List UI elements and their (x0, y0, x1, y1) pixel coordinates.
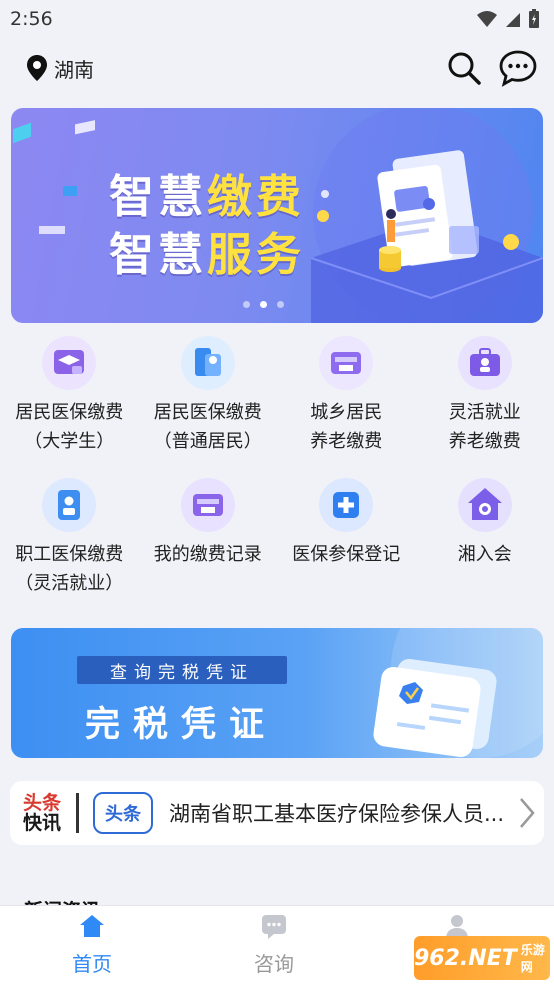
service-item[interactable]: 居民医保缴费 （大学生） (0, 336, 139, 472)
carousel-dot[interactable] (277, 301, 284, 308)
signal-icon (506, 13, 520, 27)
location-selector[interactable]: 湖南 (26, 54, 94, 83)
logo-top-text: 头条 (22, 792, 61, 814)
tab-home[interactable]: 首页 (37, 912, 147, 977)
service-sublabel: 养老缴费 (310, 431, 383, 452)
tab-home-label: 首页 (72, 952, 112, 976)
banner-line1-a: 智慧 (109, 170, 208, 223)
service-label: 我的缴费记录 (153, 544, 262, 565)
home-union-icon (457, 478, 512, 532)
payment-record-icon (180, 478, 235, 532)
home-icon (80, 915, 104, 937)
banner-line2-b: 服务 (207, 228, 306, 281)
service-item[interactable]: 湘入会 (416, 478, 554, 614)
status-bar: 2:56 (0, 0, 554, 38)
service-label: 城乡居民 (310, 402, 383, 423)
banner-line-1: 智慧缴费 (109, 160, 305, 225)
chevron-right-icon[interactable] (517, 796, 537, 830)
carousel-dots (243, 301, 284, 308)
location-label: 湖南 (54, 57, 94, 82)
tab-consult[interactable]: 咨询 (219, 912, 329, 977)
news-ticker[interactable]: 头条 快讯 头条 湖南省职工基本医疗保险参保人员... (10, 781, 544, 845)
tax-card-title: 完税凭证 (85, 705, 278, 745)
service-label: 湘入会 (457, 544, 512, 565)
status-time: 2:56 (10, 8, 53, 30)
carousel-dot[interactable] (260, 301, 267, 308)
tab-consult-label: 咨询 (254, 952, 294, 976)
service-label: 职工医保缴费 (15, 544, 124, 565)
message-icon[interactable] (498, 49, 538, 87)
banner-line-2: 智慧服务 (109, 218, 305, 283)
carousel-dot[interactable] (243, 301, 250, 308)
service-grid: 居民医保缴费 （大学生） 居民医保缴费 （普通居民） 城乡居民 养老缴费 灵活就业 养老缴费职… (0, 336, 554, 614)
watermark-logo: 962.NET 乐游网 (414, 936, 550, 980)
service-item[interactable]: 职工医保缴费 （灵活就业） (0, 478, 139, 614)
logo-bottom-text: 快讯 (22, 812, 61, 834)
news-flash-logo: 头条 快讯 (20, 793, 64, 833)
building-payment-icon (180, 336, 235, 390)
banner-line2-a: 智慧 (109, 228, 208, 281)
badge-user-icon (42, 478, 97, 532)
service-sublabel: （灵活就业） (15, 573, 124, 594)
watermark-text: 962.NET (414, 945, 517, 971)
service-item[interactable]: 我的缴费记录 (139, 478, 278, 614)
location-pin-icon (27, 55, 47, 81)
chat-icon (262, 915, 286, 939)
service-label: 医保参保登记 (292, 544, 401, 565)
service-item[interactable]: 灵活就业 养老缴费 (416, 336, 554, 472)
service-sublabel: （普通居民） (153, 431, 262, 452)
pension-card-icon (319, 336, 374, 390)
headline-tag: 头条 (93, 792, 153, 834)
service-label: 灵活就业 (448, 402, 521, 423)
battery-icon (529, 9, 539, 28)
briefcase-user-icon (457, 336, 512, 390)
divider (76, 793, 79, 833)
service-item[interactable]: 城乡居民 养老缴费 (277, 336, 416, 472)
search-icon[interactable] (446, 50, 482, 86)
promo-banner[interactable]: 智慧缴费 智慧服务 (11, 108, 543, 323)
query-tax-pill: 查询完税凭证 (77, 656, 287, 684)
service-sublabel: （大学生） (24, 431, 115, 452)
tax-certificate-banner[interactable]: 查询完税凭证 完税凭证 (11, 628, 543, 758)
wifi-icon (477, 11, 497, 27)
graduation-card-icon (42, 336, 97, 390)
banner-line1-b: 缴费 (207, 170, 306, 223)
top-bar: 湖南 (0, 40, 554, 96)
service-item[interactable]: 医保参保登记 (277, 478, 416, 614)
service-label: 居民医保缴费 (153, 402, 262, 423)
service-sublabel: 养老缴费 (448, 431, 521, 452)
headline-text: 湖南省职工基本医疗保险参保人员... (169, 802, 505, 826)
medical-register-icon (319, 478, 374, 532)
service-item[interactable]: 居民医保缴费 （普通居民） (139, 336, 278, 472)
service-label: 居民医保缴费 (15, 402, 124, 423)
watermark-sub: 乐游网 (520, 943, 545, 974)
